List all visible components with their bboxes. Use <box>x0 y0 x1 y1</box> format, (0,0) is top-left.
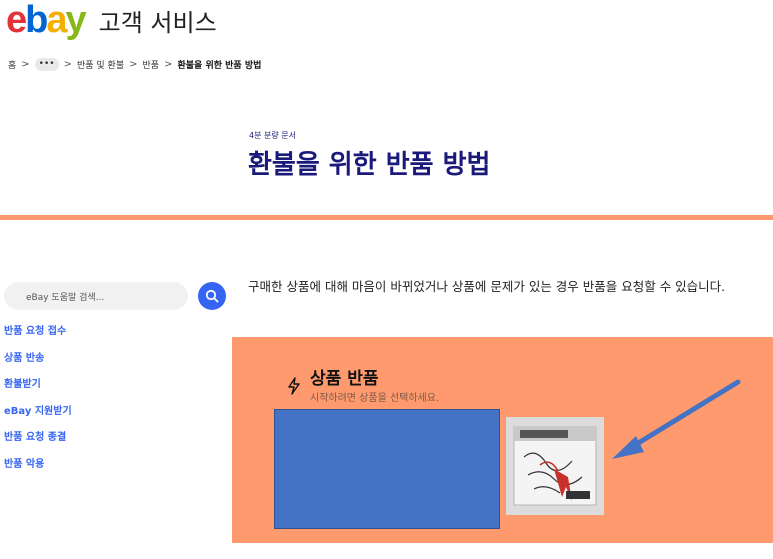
search-button[interactable] <box>198 282 226 310</box>
sidebar-item-ebay-support[interactable]: eBay 지원받기 <box>4 405 72 432</box>
ebay-logo[interactable]: e b a y <box>6 0 87 41</box>
sidebar-item-submit-return[interactable]: 반품 요청 접수 <box>4 325 72 352</box>
help-search-input[interactable]: eBay 도움말 검색... <box>4 282 188 310</box>
breadcrumb-separator: > <box>21 59 30 70</box>
sidebar-nav: 반품 요청 접수 상품 반송 환불받기 eBay 지원받기 반품 요청 종결 반… <box>4 325 72 484</box>
breadcrumb-home[interactable]: 홈 <box>8 58 16 71</box>
breadcrumb-separator: > <box>129 59 138 70</box>
site-header: e b a y 고객 서비스 <box>6 0 217 40</box>
breadcrumb-more-button[interactable]: ••• <box>34 58 59 71</box>
return-item-card: 상품 반품 시작하려면 상품을 선택하세요. <box>232 337 773 543</box>
sidebar-item-ship-item[interactable]: 상품 반송 <box>4 352 72 379</box>
header-title: 고객 서비스 <box>98 8 217 37</box>
article-reading-time: 4분 분량 문서 <box>249 131 296 140</box>
logo-letter-a: a <box>46 0 67 41</box>
breadcrumb-returns[interactable]: 반품 <box>143 58 160 71</box>
article-title: 환불을 위한 반품 방법 <box>248 150 491 180</box>
logo-letter-e: e <box>6 0 27 41</box>
pointer-arrow <box>612 379 741 459</box>
search-icon <box>205 289 219 303</box>
sidebar-item-return-abuse[interactable]: 반품 악용 <box>4 458 72 485</box>
breadcrumb-separator: > <box>164 59 173 70</box>
breadcrumb-separator: > <box>63 59 72 70</box>
logo-letter-y: y <box>65 0 87 41</box>
sidebar-item-close-return[interactable]: 반품 요청 종결 <box>4 431 72 458</box>
breadcrumb-returns-refunds[interactable]: 반품 및 환불 <box>77 58 124 71</box>
intro-paragraph: 구매한 상품에 대해 마음이 바뀌었거나 상품에 문제가 있는 경우 반품을 요… <box>248 279 726 294</box>
section-divider <box>0 215 773 220</box>
logo-letter-b: b <box>25 0 48 41</box>
sidebar-item-get-refund[interactable]: 환불받기 <box>4 378 72 405</box>
breadcrumb: 홈 > ••• > 반품 및 환불 > 반품 > 환불을 위한 반품 방법 <box>8 58 261 71</box>
breadcrumb-current: 환불을 위한 반품 방법 <box>177 61 262 71</box>
